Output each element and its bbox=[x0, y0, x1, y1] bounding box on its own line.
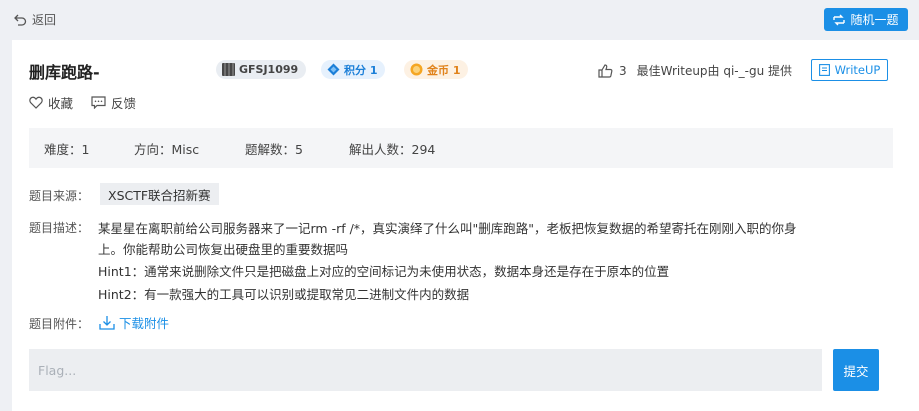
qr-icon bbox=[222, 63, 235, 76]
coin-icon bbox=[410, 63, 423, 76]
shuffle-icon bbox=[833, 14, 846, 25]
gold-badge: 金币 1 bbox=[404, 60, 469, 79]
back-link[interactable]: 返回 bbox=[14, 11, 56, 28]
favorite-label: 收藏 bbox=[48, 96, 74, 111]
document-icon bbox=[818, 64, 830, 76]
difficulty-stat: 难度：1 bbox=[44, 141, 90, 157]
hint-line: Hint2：有一款强大的工具可以识别或提取常见二进制文件内的数据 bbox=[98, 287, 470, 302]
feedback-button[interactable]: 反馈 bbox=[91, 93, 136, 112]
heart-icon bbox=[29, 96, 43, 109]
description-label: 题目描述： bbox=[29, 221, 90, 235]
direction-stat: 方向：Misc bbox=[134, 141, 200, 157]
hint-line: Hint1：通常来说删除文件只是把磁盘上对应的空间标记为未使用状态，数据本身还是… bbox=[98, 264, 670, 279]
challenge-actions: 收藏 反馈 bbox=[29, 93, 136, 112]
favorite-button[interactable]: 收藏 bbox=[29, 93, 73, 112]
download-icon bbox=[99, 316, 115, 330]
download-label: 下载附件 bbox=[119, 316, 170, 331]
writeup-button[interactable]: WriteUP bbox=[811, 59, 888, 81]
solutions-stat: 题解数：5 bbox=[245, 141, 303, 157]
likes-count: 3 bbox=[619, 63, 627, 78]
back-label: 返回 bbox=[32, 13, 57, 27]
submit-button[interactable]: 提交 bbox=[833, 349, 879, 391]
best-writeup-text: 最佳Writeup由 qi-_-gu 提供 bbox=[636, 64, 793, 78]
challenge-title: 删库跑路- bbox=[29, 63, 100, 82]
diamond-icon bbox=[327, 63, 340, 76]
flag-input[interactable] bbox=[29, 349, 822, 391]
feedback-label: 反馈 bbox=[111, 96, 137, 111]
download-attachment-link[interactable]: 下载附件 bbox=[99, 313, 169, 332]
top-bar: 返回 随机一题 bbox=[0, 0, 919, 38]
source-label: 题目来源： bbox=[29, 189, 90, 203]
source-tag: XSCTF联合招新赛 bbox=[100, 183, 219, 205]
description-line: 某星星在离职前给公司服务器来了一记rm -rf /*，真实演绎了什么叫"删库跑路… bbox=[98, 221, 797, 236]
attachment-label: 题目附件： bbox=[29, 317, 90, 331]
solvers-stat: 解出人数：294 bbox=[349, 141, 436, 157]
random-challenge-button[interactable]: 随机一题 bbox=[824, 8, 908, 31]
gold-text: 金币 1 bbox=[427, 63, 461, 77]
writeup-button-label: WriteUP bbox=[834, 63, 881, 77]
thumbs-up-icon[interactable] bbox=[598, 63, 613, 78]
stats-bar: 难度：1 方向：Misc 题解数：5 解出人数：294 bbox=[29, 128, 893, 168]
challenge-id-text: GFSJ1099 bbox=[239, 63, 299, 76]
score-text: 积分 1 bbox=[344, 63, 378, 77]
description-line: 上。你能帮助公司恢复出硬盘里的重要数据吗 bbox=[98, 242, 349, 257]
score-badge: 积分 1 bbox=[321, 60, 386, 79]
random-button-label: 随机一题 bbox=[850, 13, 899, 27]
challenge-card: 删库跑路- GFSJ1099 积分 1 金币 1 3 最佳Writeup由 qi… bbox=[12, 40, 919, 411]
challenge-id-badge: GFSJ1099 bbox=[216, 60, 307, 79]
back-arrow-icon bbox=[14, 14, 27, 26]
likes-area: 3 最佳Writeup由 qi-_-gu 提供 bbox=[598, 62, 792, 79]
message-icon bbox=[91, 96, 106, 109]
